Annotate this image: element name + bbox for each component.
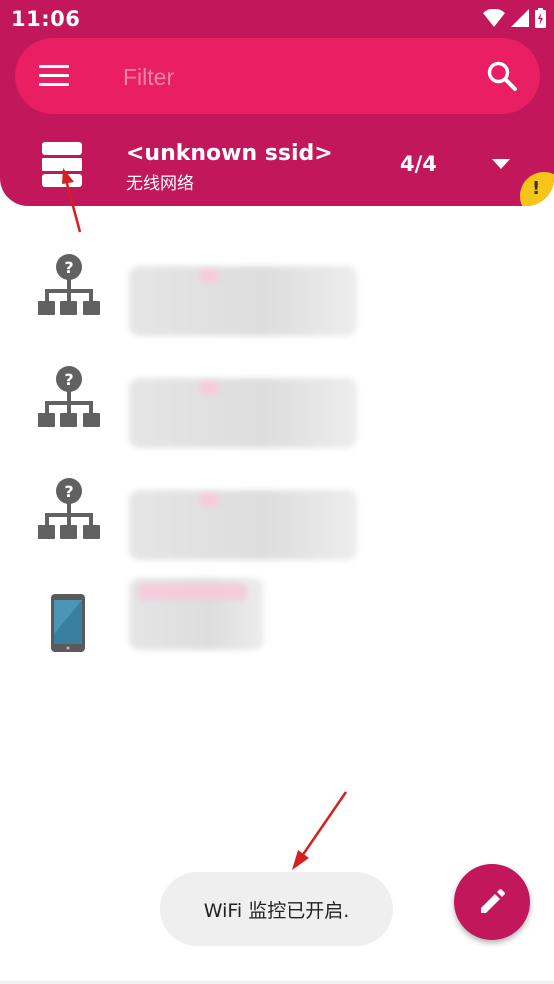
svg-text:?: ? [64,370,73,389]
list-item[interactable] [0,574,554,686]
signal-icon [511,9,529,27]
warning-icon[interactable]: ! [520,172,554,206]
toast-text: WiFi 监控已开启. [203,899,350,922]
svg-text:?: ? [64,258,73,277]
ssid-subtitle: 无线网络 [126,174,194,194]
toast-message: WiFi 监控已开启. [160,872,393,946]
redacted-device-info [129,378,357,448]
annotation-arrow-bottom [292,791,348,870]
edit-button[interactable] [454,864,530,940]
status-time: 11:06 [11,7,81,31]
battery-icon [535,8,546,28]
ssid-title[interactable]: <unknown ssid> [126,141,333,166]
phone-icon [51,594,85,652]
network-host-icon: ? [38,366,100,427]
list-item[interactable]: ? [0,474,554,586]
status-bar: 11:06 [0,0,554,36]
network-host-icon: ? [38,254,100,315]
svg-text:?: ? [64,482,73,501]
redacted-device-info [129,490,357,560]
annotation-arrow-top [62,168,82,233]
list-item[interactable]: ? [0,362,554,474]
chevron-down-icon[interactable] [492,159,510,169]
network-host-icon: ? [38,478,100,539]
filter-input[interactable] [123,60,463,94]
list-item[interactable]: ? [0,250,554,362]
search-bar [15,38,540,114]
device-count: 4/4 [400,152,437,176]
redacted-device-info [129,266,357,336]
menu-icon[interactable] [39,65,69,87]
edit-icon [481,889,505,913]
status-icons [483,8,546,28]
redacted-device-info [129,578,264,650]
search-icon[interactable] [486,60,518,92]
wifi-icon [483,9,505,27]
